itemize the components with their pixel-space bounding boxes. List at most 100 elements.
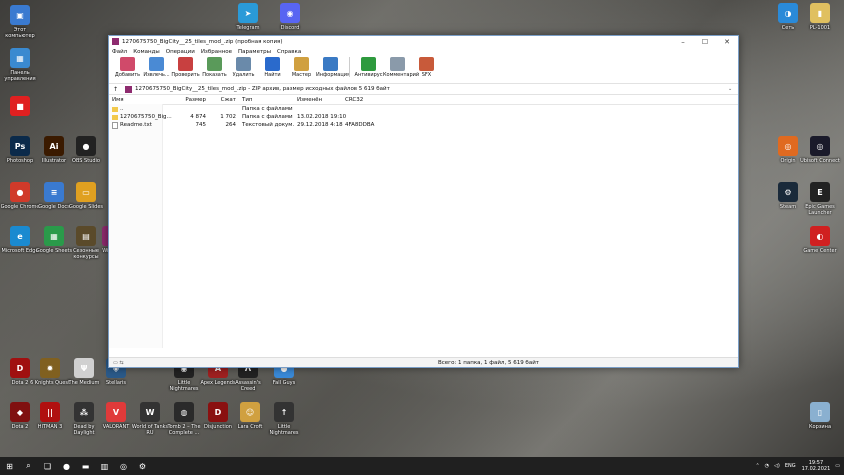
menu-options[interactable]: Параметры [238, 49, 271, 55]
desktop-icon[interactable]: ▦ Панель управления [0, 48, 40, 82]
file-list[interactable]: Имя Размер Сжат Тип Изменён CRC32 .. Папк… [109, 95, 738, 348]
row-modified: 13.02.2018 19:10 [297, 114, 347, 120]
menu-file[interactable]: Файл [112, 49, 127, 55]
toolbar-button-extract[interactable]: Извлечь... [142, 57, 171, 78]
toolbar-label: Удалить [232, 72, 255, 78]
toolbar-button-find[interactable]: Найти [258, 57, 287, 78]
clock-date: 17.02.2021 [801, 466, 831, 472]
desktop-icon-label: Google Slides [68, 204, 104, 210]
menu-operations[interactable]: Операции [166, 49, 195, 55]
desktop-icon[interactable]: ◐ Game Center [800, 226, 840, 254]
row-type: Папка с файлами [242, 106, 293, 112]
explorer-icon[interactable]: ▬ [76, 457, 95, 475]
toolbar-button-delete[interactable]: Удалить [229, 57, 258, 78]
desktop-icon-label: Этот компьютер [5, 27, 35, 39]
app-icon: ⚙ [778, 182, 798, 202]
row-crc: 4FA8DDBA [345, 122, 375, 128]
app-icon: Ψ [74, 358, 94, 378]
menu-favorites[interactable]: Избранное [201, 49, 232, 55]
toolbar-button-wizard[interactable]: Мастер [287, 57, 316, 78]
task-view-icon[interactable]: ❏ [38, 457, 57, 475]
close-button[interactable]: ✕ [716, 38, 738, 46]
app-icon: ➤ [238, 3, 258, 23]
clock[interactable]: 19:57 17.02.2021 [802, 460, 831, 472]
column-size[interactable]: Размер [174, 97, 209, 103]
status-text: Всего: 1 папка, 1 файл, 5 619 байт [438, 359, 539, 366]
app-icon: ● [10, 182, 30, 202]
title-bar[interactable]: 1270675750_BigCity__25_tiles_mod_.zip (п… [109, 36, 738, 47]
up-arrow-icon[interactable]: ↑ [113, 86, 125, 93]
desktop-icon[interactable]: E Epic Games Launcher [800, 182, 840, 216]
app-icon: D [208, 402, 228, 422]
status-bar: ▭ ⇆ Всего: 1 папка, 1 файл, 5 619 байт [109, 357, 738, 367]
start-icon[interactable]: ⊞ [0, 457, 19, 475]
test-icon [178, 57, 193, 71]
app-icon: ⁂ [74, 402, 94, 422]
winrar-icon[interactable]: ▥ [95, 457, 114, 475]
table-row[interactable]: Readme.txt 745 264 Текстовый докум... 29.12.… [109, 121, 738, 129]
desktop-icon[interactable]: ↑ Little Nightmares [264, 402, 304, 436]
column-packed[interactable]: Сжат [209, 97, 239, 103]
toolbar: Добавить Извлечь... Проверить Показать Удали… [109, 56, 738, 84]
search-icon[interactable]: ⌕ [19, 457, 38, 475]
desktop-icon[interactable]: ◉ Discord [270, 3, 310, 31]
toolbar-button-info[interactable]: Информация [316, 57, 350, 78]
winrar-window[interactable]: 1270675750_BigCity__25_tiles_mod_.zip (п… [108, 35, 739, 368]
network-icon[interactable]: ◔ [765, 463, 769, 469]
desktop-icon-label: Assassin's Creed [235, 380, 261, 392]
menu-help[interactable]: Справка [277, 49, 301, 55]
toolbar-button-comment[interactable]: Комментарий [383, 57, 419, 78]
desktop-icon-label: Ubisoft Connect [800, 158, 840, 164]
desktop-icon-label: Game Center [803, 248, 837, 254]
notifications-icon[interactable]: ▭ [835, 463, 840, 469]
desktop-icon-label: Stellaris [105, 380, 127, 386]
toolbar-button-sfx[interactable]: SFX [412, 57, 441, 78]
antivirus-icon [361, 57, 376, 71]
toolbar-button-antivirus[interactable]: Антивирус [354, 57, 383, 78]
table-row[interactable]: .. Папка с файлами [109, 105, 738, 113]
app-icon[interactable]: ◎ [114, 457, 133, 475]
desktop-icon[interactable]: ◎ Ubisoft Connect [800, 136, 840, 164]
toolbar-label: Найти [264, 72, 281, 78]
column-modified[interactable]: Изменён [294, 97, 342, 103]
app-icon: ◆ [10, 402, 30, 422]
desktop-icon[interactable]: ● OBS Studio [66, 136, 106, 164]
toolbar-button-add[interactable]: Добавить [113, 57, 142, 78]
toolbar-button-view[interactable]: Показать [200, 57, 229, 78]
column-type[interactable]: Тип [239, 97, 294, 103]
app-icon: ■ [10, 96, 30, 116]
toolbar-button-test[interactable]: Проверить [171, 57, 200, 78]
column-crc[interactable]: CRC32 [342, 97, 385, 103]
window-title: 1270675750_BigCity__25_tiles_mod_.zip (п… [122, 38, 283, 45]
desktop-icon-label: Little Nightmares [269, 424, 299, 436]
column-name[interactable]: Имя [109, 97, 174, 103]
app-icon: D [10, 358, 30, 378]
desktop-icon[interactable]: ▣ Этот компьютер [0, 5, 40, 39]
row-type: Папка с файлами [242, 114, 293, 120]
steam-icon[interactable]: ⚙ [133, 457, 152, 475]
row-name: 1270675750_Big... [120, 114, 172, 120]
extract-icon [149, 57, 164, 71]
maximize-button[interactable]: ☐ [694, 38, 716, 46]
chrome-icon[interactable]: ● [57, 457, 76, 475]
minimize-button[interactable]: – [672, 38, 694, 46]
toolbar-label: Извлечь... [143, 72, 170, 78]
toolbar-label: Мастер [291, 72, 312, 78]
name-column-area [109, 104, 163, 348]
language-indicator[interactable]: ENG [785, 463, 796, 469]
tray-chevron-icon[interactable]: ⌃ [755, 463, 759, 469]
app-icon: ▦ [44, 226, 64, 246]
chevron-down-icon[interactable]: ⌄ [728, 86, 738, 92]
app-icon: E [810, 182, 830, 202]
desktop-icon[interactable]: ▭ Google Slides [66, 182, 106, 210]
path-text[interactable]: 1270675750_BigCity__25_tiles_mod_.zip - … [135, 86, 728, 92]
desktop-icon[interactable]: ➤ Telegram [228, 3, 268, 31]
table-row[interactable]: 1270675750_Big... 4 874 1 702 Папка с файла… [109, 113, 738, 121]
volume-icon[interactable]: ◁) [774, 463, 780, 469]
desktop-icon[interactable]: ▯ Корзина [800, 402, 840, 430]
comment-icon [390, 57, 405, 71]
desktop-icon[interactable]: ■ [0, 96, 40, 118]
desktop-icon[interactable]: ▮ PL-1001 [800, 3, 840, 31]
menu-commands[interactable]: Команды [133, 49, 160, 55]
app-icon: W [140, 402, 160, 422]
